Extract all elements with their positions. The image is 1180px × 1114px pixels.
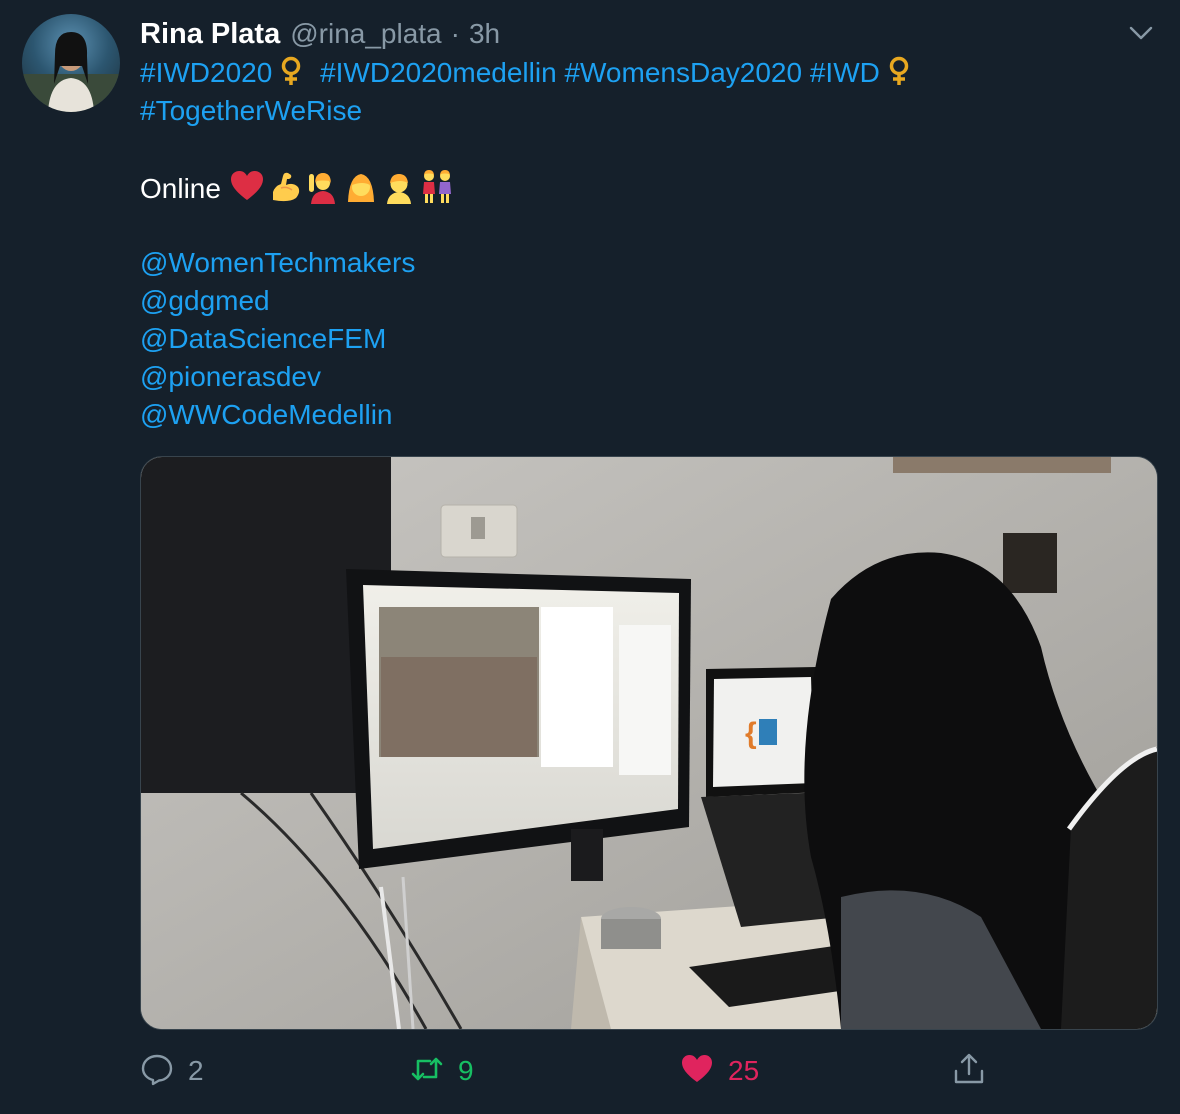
tweet-text: #IWD2020 #IWD2020medellin #WomensDay2020… [140, 54, 1150, 434]
retweet-button[interactable]: 9 [410, 1046, 474, 1096]
mention-link[interactable]: @gdgmed [140, 285, 270, 316]
author-handle[interactable]: @rina_plata [290, 18, 441, 50]
tweet-actions: 2 9 25 [140, 1046, 1156, 1096]
tweet-card: Rina Plata @rina_plata · 3h #IWD2020 #IW… [0, 0, 1180, 1114]
mention-link[interactable]: @pionerasdev [140, 361, 321, 392]
share-icon [952, 1052, 986, 1091]
hashtag-link[interactable]: #IWD2020 [140, 57, 272, 88]
heart-emoji [229, 168, 265, 204]
woman-emoji [343, 168, 379, 204]
female-sign-emoji [278, 56, 304, 86]
chevron-down-icon[interactable] [1126, 18, 1156, 48]
hashtag-link[interactable]: #IWD [810, 57, 880, 88]
online-text: Online [140, 173, 221, 204]
heart-icon [680, 1052, 714, 1091]
mention-link[interactable]: @WomenTechmakers [140, 247, 415, 278]
hashtag-link[interactable]: #IWD2020medellin [320, 57, 557, 88]
svg-text:{: { [745, 717, 757, 750]
flexed-biceps-emoji [267, 168, 303, 204]
woman-raising-hand-emoji [305, 168, 341, 204]
tweet-header: Rina Plata @rina_plata · 3h [140, 14, 500, 54]
two-women-holding-hands-emoji [419, 168, 455, 204]
emoji-row [229, 168, 457, 204]
reply-count: 2 [188, 1055, 204, 1086]
mention-link[interactable]: @WWCodeMedellin [140, 399, 393, 430]
female-sign-emoji [886, 56, 912, 86]
reply-button[interactable]: 2 [140, 1046, 204, 1096]
share-button[interactable] [952, 1046, 986, 1096]
like-button[interactable]: 25 [680, 1046, 759, 1096]
separator-dot: · [450, 18, 460, 49]
timestamp[interactable]: 3h [469, 18, 500, 50]
hashtag-link[interactable]: #WomensDay2020 [564, 57, 802, 88]
reply-icon [140, 1052, 174, 1091]
hashtag-link[interactable]: #TogetherWeRise [140, 95, 362, 126]
tweet-photo[interactable]: { [140, 456, 1158, 1030]
avatar[interactable] [22, 14, 120, 112]
person-emoji [381, 168, 417, 204]
retweet-count: 9 [458, 1055, 474, 1086]
author-name[interactable]: Rina Plata [140, 18, 280, 51]
mention-link[interactable]: @DataScienceFEM [140, 323, 386, 354]
retweet-icon [410, 1052, 444, 1091]
like-count: 25 [728, 1055, 760, 1086]
